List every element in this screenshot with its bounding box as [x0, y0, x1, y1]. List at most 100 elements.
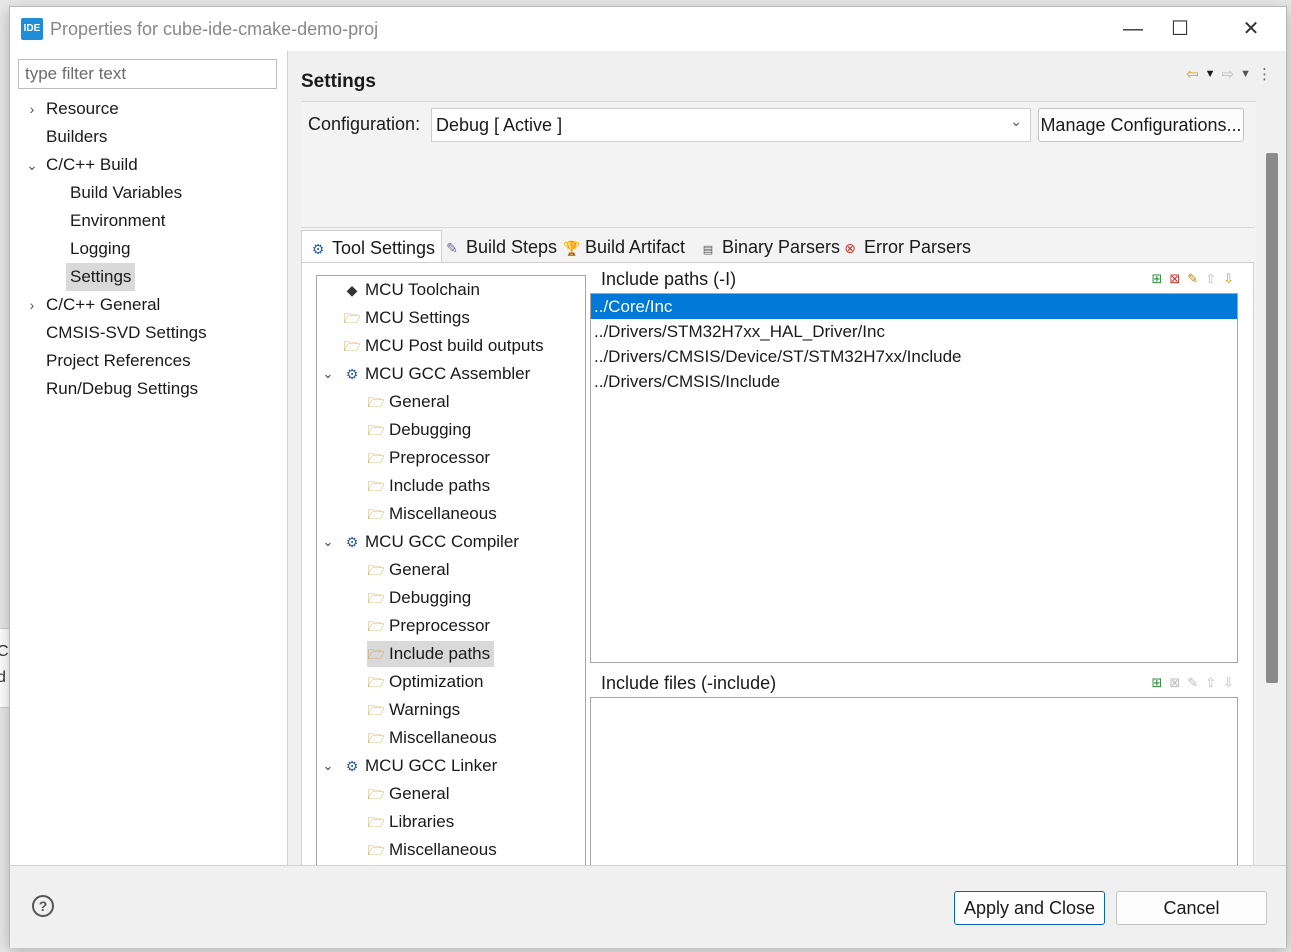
back-arrow-icon[interactable]: ⇦: [1186, 65, 1199, 83]
dialog-footer: ? Apply and Close Cancel: [10, 865, 1286, 948]
folder-settings-icon: 🗁: [367, 786, 385, 802]
tab-build-artifact[interactable]: 🏆 Build Artifact: [555, 230, 691, 264]
back-dropdown-icon[interactable]: ▼: [1205, 68, 1216, 80]
include-files-list: [590, 697, 1238, 877]
tree-label: MCU GCC Assembler: [365, 364, 531, 383]
panel-title: Include files (-include): [601, 673, 777, 693]
chevron-down-icon[interactable]: ⌄: [24, 151, 40, 179]
sidebar-item-builders[interactable]: Builders: [46, 123, 107, 151]
list-item[interactable]: ../Drivers/CMSIS/Include: [591, 369, 1237, 394]
delete-icon[interactable]: ⊠: [1169, 669, 1180, 697]
include-paths-panel: Include paths (-I) ⊞ ⊠ ✎ ⇧ ⇩ ../Core/Inc…: [590, 265, 1238, 665]
tree-item-mcu-toolchain[interactable]: ◆ MCU Toolchain: [343, 277, 480, 303]
sidebar-item-settings[interactable]: Settings: [66, 263, 136, 291]
move-down-icon[interactable]: ⇩: [1223, 265, 1234, 293]
folder-settings-icon: 🗁: [367, 590, 385, 606]
tree-item-cc-warnings[interactable]: 🗁 Warnings: [367, 697, 460, 723]
maximize-button[interactable]: ☐: [1160, 15, 1200, 45]
list-item[interactable]: ../Drivers/STM32H7xx_HAL_Driver/Inc: [591, 319, 1237, 344]
tree-item-gcc-compiler[interactable]: ⌄ ⚙ MCU GCC Compiler: [323, 529, 519, 555]
folder-settings-icon: 🗁: [367, 842, 385, 858]
tab-tool-settings[interactable]: ⚙ Tool Settings: [301, 230, 443, 264]
manage-configurations-button[interactable]: Manage Configurations...: [1038, 108, 1244, 142]
include-files-toolbar: ⊞ ⊠ ✎ ⇧ ⇩: [1151, 669, 1234, 697]
tree-item-ld-libraries[interactable]: 🗁 Libraries: [367, 809, 454, 835]
sidebar-item-environment[interactable]: Environment: [70, 207, 165, 235]
tree-item-gcc-linker[interactable]: ⌄ ⚙ MCU GCC Linker: [323, 753, 498, 779]
tree-label: MCU Settings: [365, 308, 470, 327]
tree-item-cc-general[interactable]: 🗁 General: [367, 557, 449, 583]
edit-icon[interactable]: ✎: [1187, 669, 1198, 697]
tab-error-parsers[interactable]: ⊗ Error Parsers: [834, 230, 977, 264]
configuration-label: Configuration:: [308, 114, 421, 134]
chevron-down-icon[interactable]: ⌄: [321, 529, 335, 555]
tree-item-asm-misc[interactable]: 🗁 Miscellaneous: [367, 501, 497, 527]
tree-item-cc-optimization[interactable]: 🗁 Optimization: [367, 669, 483, 695]
chevron-right-icon[interactable]: ›: [24, 95, 40, 123]
folder-settings-icon: 🗁: [343, 310, 361, 326]
apply-and-close-button[interactable]: Apply and Close: [954, 891, 1105, 925]
filter-input[interactable]: [18, 59, 277, 89]
tree-label: MCU Toolchain: [365, 280, 480, 299]
add-icon[interactable]: ⊞: [1151, 265, 1162, 293]
forward-dropdown-icon[interactable]: ▼: [1240, 68, 1251, 80]
sidebar-item-cmsis-svd[interactable]: CMSIS-SVD Settings: [46, 319, 207, 347]
tree-item-asm-include-paths[interactable]: 🗁 Include paths: [367, 473, 490, 499]
cancel-button[interactable]: Cancel: [1116, 891, 1267, 925]
move-up-icon[interactable]: ⇧: [1205, 669, 1216, 697]
include-paths-toolbar: ⊞ ⊠ ✎ ⇧ ⇩: [1151, 265, 1234, 293]
tree-item-mcu-settings[interactable]: 🗁 MCU Settings: [343, 305, 470, 331]
tree-label: MCU GCC Linker: [365, 756, 498, 775]
sidebar-item-label: Run/Debug Settings: [46, 379, 199, 398]
tab-build-steps[interactable]: ✎ Build Steps: [436, 230, 563, 264]
list-item[interactable]: ../Core/Inc: [591, 294, 1237, 319]
chevron-down-icon[interactable]: ⌄: [321, 753, 335, 779]
tab-label: Binary Parsers: [722, 237, 841, 257]
vertical-scrollbar[interactable]: [1260, 101, 1286, 865]
settings-content: Configuration: Debug [ Active ] ⌄ Manage…: [301, 101, 1256, 915]
tab-binary-parsers[interactable]: ▤ Binary Parsers: [692, 230, 846, 264]
tree-item-asm-general[interactable]: 🗁 General: [367, 389, 449, 415]
tree-item-cc-preprocessor[interactable]: 🗁 Preprocessor: [367, 613, 490, 639]
chevron-right-icon[interactable]: ›: [24, 291, 40, 319]
list-item[interactable]: ../Drivers/CMSIS/Device/ST/STM32H7xx/Inc…: [591, 344, 1237, 369]
configuration-select[interactable]: Debug [ Active ] ⌄: [431, 108, 1031, 142]
tree-item-cc-debugging[interactable]: 🗁 Debugging: [367, 585, 471, 611]
tree-item-gcc-assembler[interactable]: ⌄ ⚙ MCU GCC Assembler: [323, 361, 531, 387]
tool-gear-icon: ⚙: [345, 534, 359, 550]
delete-icon[interactable]: ⊠: [1169, 265, 1180, 293]
sidebar-item-build-variables[interactable]: Build Variables: [70, 179, 182, 207]
tree-item-asm-debugging[interactable]: 🗁 Debugging: [367, 417, 471, 443]
minimize-button[interactable]: —: [1113, 15, 1153, 45]
sidebar-item-run-debug[interactable]: Run/Debug Settings: [46, 375, 198, 403]
sidebar-item-cpp-general[interactable]: › C/C++ General: [30, 291, 161, 319]
folder-settings-icon: 🗁: [367, 730, 385, 746]
sidebar-item-logging[interactable]: Logging: [70, 235, 131, 263]
page-title: Settings: [301, 71, 376, 92]
move-up-icon[interactable]: ⇧: [1205, 265, 1216, 293]
scrollbar-thumb[interactable]: [1266, 153, 1278, 683]
close-button[interactable]: ✕: [1231, 15, 1271, 45]
folder-settings-icon: 🗁: [367, 450, 385, 466]
move-down-icon[interactable]: ⇩: [1223, 669, 1234, 697]
sidebar-item-label: Builders: [46, 127, 108, 146]
tree-item-ld-misc[interactable]: 🗁 Miscellaneous: [367, 837, 496, 863]
tree-item-asm-preprocessor[interactable]: 🗁 Preprocessor: [367, 445, 490, 471]
tree-label: Miscellaneous: [389, 504, 497, 523]
edit-icon[interactable]: ✎: [1187, 265, 1198, 293]
properties-dialog: IDE Properties for cube-ide-cmake-demo-p…: [9, 6, 1287, 948]
view-menu-icon[interactable]: ⋮: [1257, 65, 1272, 83]
add-icon[interactable]: ⊞: [1151, 669, 1162, 697]
tree-item-cc-include-paths[interactable]: 🗁 Include paths: [367, 641, 495, 667]
sidebar-item-cpp-build[interactable]: ⌄ C/C++ Build: [26, 151, 138, 179]
tree-item-post-build[interactable]: 🗁 MCU Post build outputs: [343, 333, 543, 359]
forward-arrow-icon[interactable]: ⇨: [1222, 65, 1235, 83]
tree-item-cc-misc[interactable]: 🗁 Miscellaneous: [367, 725, 496, 751]
sidebar-item-project-references[interactable]: Project References: [46, 347, 191, 375]
help-icon[interactable]: ?: [32, 895, 54, 917]
folder-settings-icon: 🗁: [367, 674, 385, 690]
tree-item-ld-general[interactable]: 🗁 General: [367, 781, 449, 807]
folder-settings-icon: 🗁: [367, 562, 385, 578]
chevron-down-icon[interactable]: ⌄: [321, 361, 335, 387]
sidebar-item-resource[interactable]: › Resource: [30, 95, 119, 123]
